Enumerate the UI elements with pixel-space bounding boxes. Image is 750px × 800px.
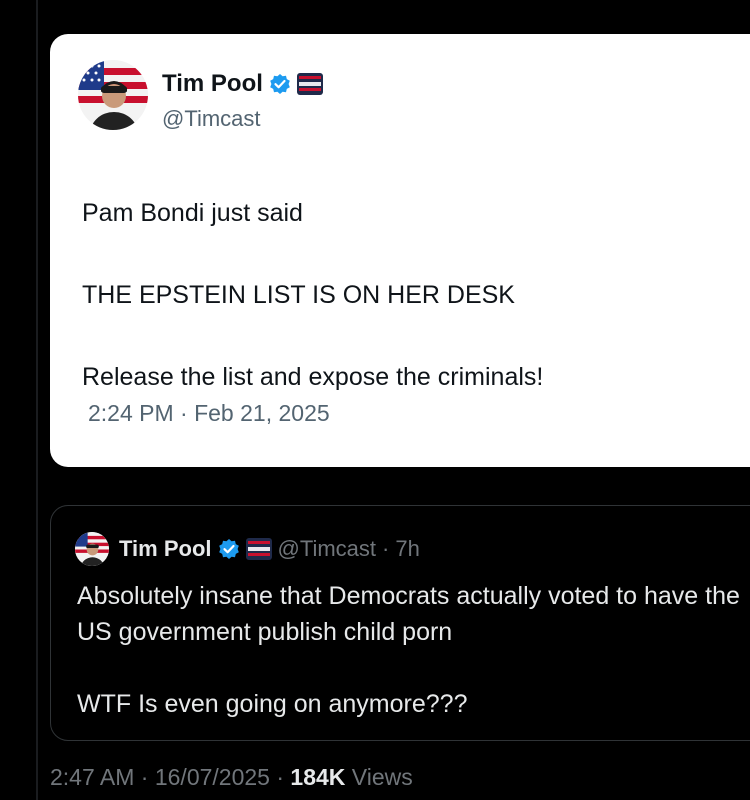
tweet-meta: 2:47 AM · 16/07/2025 · 184K Views: [50, 764, 413, 791]
timcast-news-affiliate-icon[interactable]: [245, 538, 272, 560]
views-count[interactable]: 184K: [290, 764, 345, 790]
author-handle[interactable]: @Timcast: [162, 106, 261, 132]
separator-dot: ·: [382, 536, 390, 561]
embedded-tweet-card[interactable]: Tim Pool @Timcast Pam Bondi just said TH…: [50, 34, 750, 467]
avatar[interactable]: [75, 532, 109, 566]
tweet-timestamp[interactable]: 2:24 PM · Feb 21, 2025: [88, 400, 330, 427]
separator-dot: ·: [140, 764, 149, 790]
verified-badge-icon: [218, 538, 240, 560]
quoted-tweet[interactable]: Tim Pool @Timcast · 7h Absolutely insane…: [50, 505, 750, 741]
post-date[interactable]: 16/07/2025: [155, 764, 270, 790]
thread-line: [36, 0, 38, 800]
tweet-paragraph: Release the list and expose the criminal…: [82, 363, 544, 391]
tweet-age[interactable]: 7h: [395, 536, 419, 562]
author-handle[interactable]: @Timcast: [278, 536, 377, 562]
tweet-body: Pam Bondi just said THE EPSTEIN LIST IS …: [82, 196, 742, 391]
avatar[interactable]: [78, 60, 148, 130]
quoted-tweet-body: Absolutely insane that Democrats actuall…: [77, 578, 750, 718]
tweet-paragraph: THE EPSTEIN LIST IS ON HER DESK: [82, 281, 515, 309]
timcast-news-affiliate-icon[interactable]: [296, 73, 323, 95]
verified-badge-icon: [269, 73, 291, 95]
tweet-paragraph: Pam Bondi just said: [82, 199, 303, 227]
author-name[interactable]: Tim Pool: [119, 536, 212, 562]
tweet-paragraph: WTF Is even going on anymore???: [77, 690, 468, 718]
tweet-paragraph: Absolutely insane that Democrats actuall…: [77, 582, 740, 646]
author-name[interactable]: Tim Pool: [162, 70, 263, 98]
post-time[interactable]: 2:47 AM: [50, 764, 134, 790]
views-label[interactable]: Views: [352, 764, 413, 790]
separator-dot: ·: [276, 764, 285, 790]
